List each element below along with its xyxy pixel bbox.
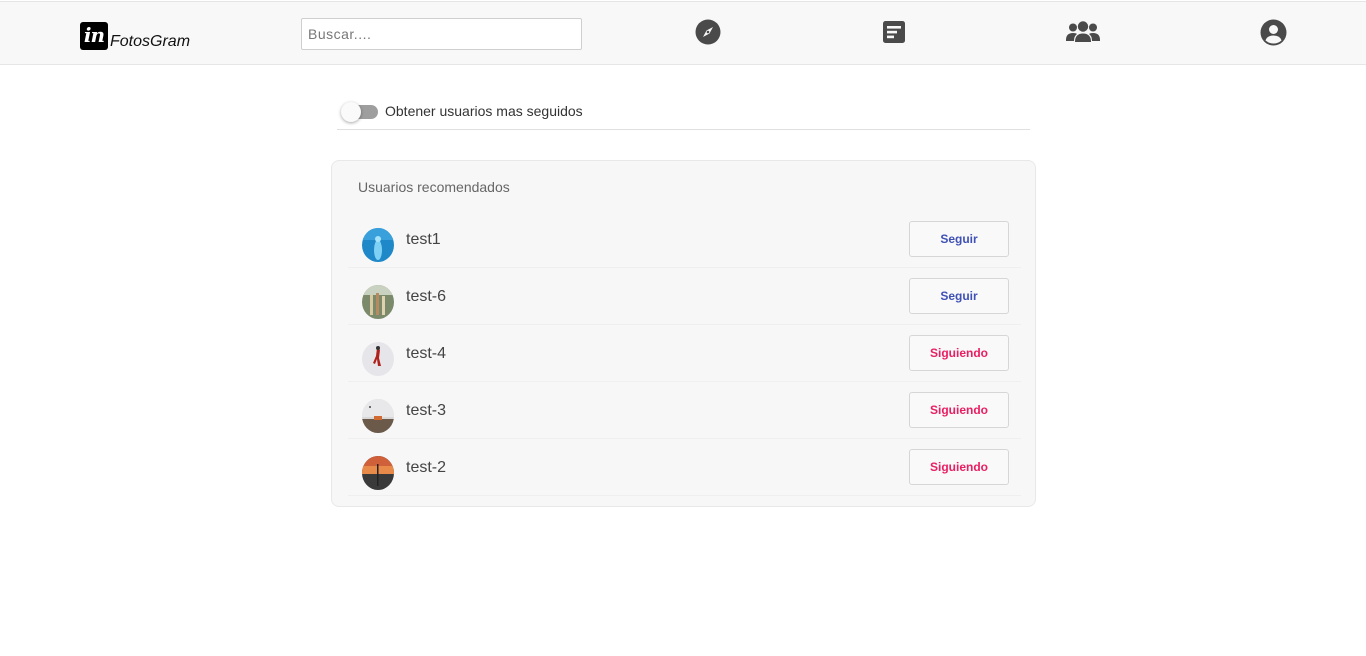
- toggle-thumb: [341, 102, 361, 122]
- top-navbar: in FotosGram: [0, 1, 1366, 65]
- explore-nav-button[interactable]: [693, 18, 723, 46]
- username[interactable]: test-4: [406, 345, 446, 363]
- username[interactable]: test-6: [406, 288, 446, 306]
- avatar[interactable]: [362, 285, 394, 319]
- posts-nav-button[interactable]: [879, 18, 909, 46]
- avatar-image: [362, 285, 394, 319]
- user-row: test1 Seguir: [348, 211, 1021, 268]
- account-icon: [1260, 19, 1286, 45]
- avatar[interactable]: [362, 456, 394, 490]
- avatar-image: [362, 228, 394, 262]
- app-logo[interactable]: in FotosGram: [80, 20, 190, 50]
- follow-button[interactable]: Seguir: [909, 278, 1009, 314]
- user-list: test1 Seguir test-6 Seguir test-4 Siguie…: [348, 211, 1021, 496]
- card-title: Usuarios recomendados: [358, 179, 510, 195]
- logo-mark: in: [80, 22, 108, 50]
- following-button[interactable]: Siguiendo: [909, 449, 1009, 485]
- users-nav-button[interactable]: [1066, 18, 1100, 46]
- most-followed-filter: Obtener usuarios mas seguidos: [337, 98, 1030, 130]
- search-input[interactable]: [301, 18, 582, 50]
- following-button[interactable]: Siguiendo: [909, 392, 1009, 428]
- user-row: test-2 Siguiendo: [348, 439, 1021, 496]
- avatar[interactable]: [362, 399, 394, 433]
- user-row: test-3 Siguiendo: [348, 382, 1021, 439]
- compass-icon: [695, 19, 721, 45]
- toggle-label: Obtener usuarios mas seguidos: [385, 103, 583, 119]
- app-name: FotosGram: [110, 33, 191, 50]
- following-button[interactable]: Siguiendo: [909, 335, 1009, 371]
- follow-button[interactable]: Seguir: [909, 221, 1009, 257]
- username[interactable]: test-3: [406, 402, 446, 420]
- username[interactable]: test1: [406, 231, 441, 249]
- avatar-image: [362, 399, 394, 433]
- user-row: test-6 Seguir: [348, 268, 1021, 325]
- username[interactable]: test-2: [406, 459, 446, 477]
- avatar[interactable]: [362, 342, 394, 376]
- most-followed-toggle[interactable]: [337, 98, 378, 122]
- user-row: test-4 Siguiendo: [348, 325, 1021, 382]
- avatar[interactable]: [362, 228, 394, 262]
- account-nav-button[interactable]: [1258, 18, 1288, 46]
- posts-icon: [883, 21, 905, 43]
- users-icon: [1066, 21, 1100, 42]
- recommended-users-card: Usuarios recomendados test1 Seguir test-…: [331, 160, 1036, 507]
- avatar-image: [362, 342, 394, 376]
- avatar-image: [362, 456, 394, 490]
